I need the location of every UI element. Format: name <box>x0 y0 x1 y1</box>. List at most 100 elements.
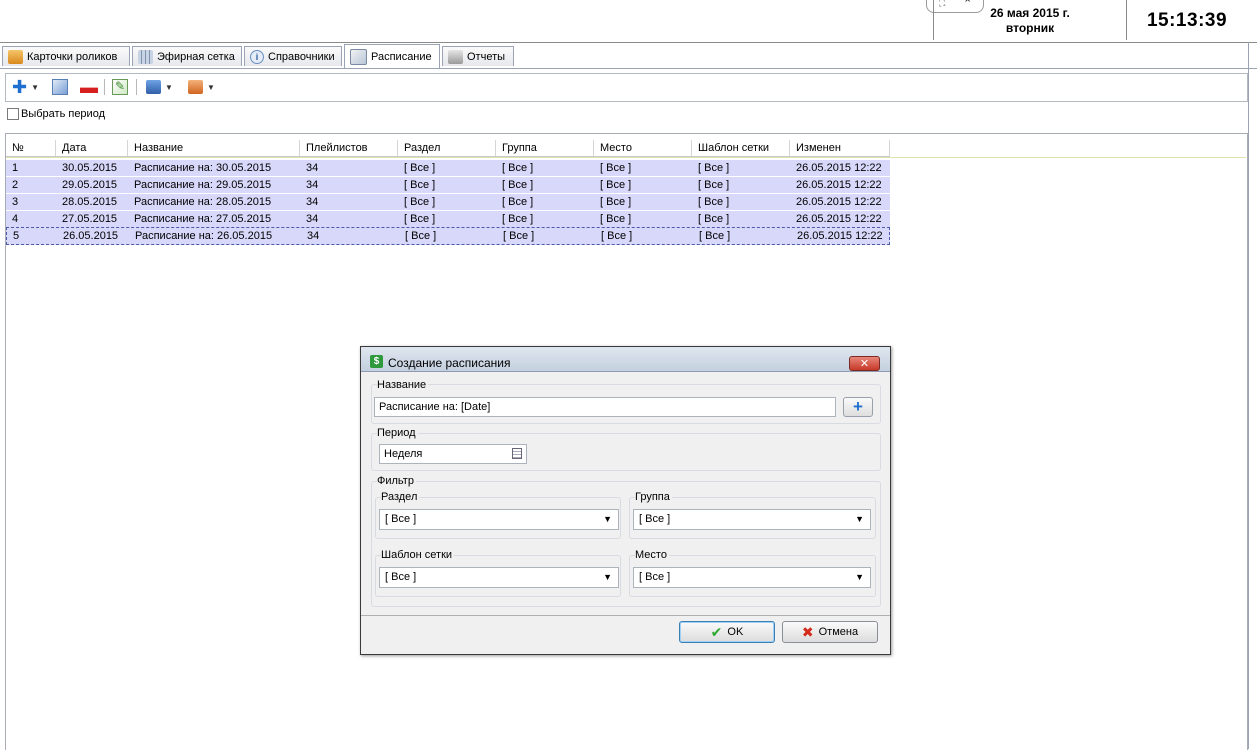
cell-section: [ Все ] <box>405 230 437 242</box>
template-dropdown[interactable]: [ Все ] ▼ <box>379 567 619 588</box>
table-row[interactable]: 4 27.05.2015 Расписание на: 27.05.2015 3… <box>6 211 890 228</box>
table-row-focused[interactable]: 5 26.05.2015 Расписание на: 26.05.2015 3… <box>6 227 890 245</box>
add-button[interactable]: ✚ ▼ <box>12 76 39 97</box>
tab-label: Отчеты <box>467 50 506 63</box>
cell-playlists: 34 <box>307 230 320 242</box>
toolbar: ✚ ▼ ▬ ✎ ▼ ▼ <box>5 73 1248 102</box>
table-row[interactable]: 2 29.05.2015 Расписание на: 29.05.2015 3… <box>6 177 890 194</box>
dropdown-arrow-icon[interactable]: ▼ <box>603 510 612 529</box>
table-row[interactable]: 3 28.05.2015 Расписание на: 28.05.2015 3… <box>6 194 890 211</box>
cell-date: 26.05.2015 <box>63 230 119 242</box>
cell-number: 4 <box>12 213 19 225</box>
table-row[interactable]: 1 30.05.2015 Расписание на: 30.05.2015 3… <box>6 160 890 177</box>
group-dropdown[interactable]: [ Все ] ▼ <box>633 509 871 530</box>
tab-reports[interactable]: Отчеты <box>442 46 514 66</box>
tab-label: Справочники <box>268 50 335 63</box>
schedule-name-input[interactable]: Расписание на: [Date] <box>374 397 836 417</box>
dialog-titlebar[interactable]: $ Создание расписания ✕ <box>361 347 890 372</box>
column-header-number[interactable]: № <box>6 140 56 156</box>
export-icon <box>188 80 203 94</box>
dropdown-arrow-icon[interactable]: ▼ <box>165 83 173 92</box>
close-icon: ✕ <box>859 358 870 370</box>
tab-clip-cards[interactable]: Карточки роликов <box>2 46 130 66</box>
cell-template: [ Все ] <box>698 213 730 225</box>
plus-icon: + <box>853 397 863 416</box>
delete-button[interactable]: ▬ <box>80 77 98 97</box>
import-icon <box>146 80 161 94</box>
checkbox[interactable] <box>7 108 19 120</box>
tab-air-grid[interactable]: Эфирная сетка <box>132 46 242 66</box>
edit-button[interactable]: ✎ <box>112 78 128 96</box>
cell-modified: 26.05.2015 12:22 <box>796 162 882 174</box>
place-label: Место <box>635 549 669 561</box>
info-icon: i <box>250 49 264 64</box>
ok-button[interactable]: ✔ OK <box>679 621 775 643</box>
dialog-footer-divider <box>361 615 890 616</box>
column-header-name[interactable]: Название <box>128 140 300 156</box>
cell-date: 29.05.2015 <box>62 179 118 191</box>
cell-template: [ Все ] <box>698 162 730 174</box>
column-header-date[interactable]: Дата <box>56 140 128 156</box>
table-header: № Дата Название Плейлистов Раздел Группа… <box>6 140 890 157</box>
calendar-icon[interactable] <box>512 448 522 459</box>
template-label: Шаблон сетки <box>381 549 455 561</box>
cell-group: [ Все ] <box>502 213 534 225</box>
main-tabs: Карточки роликов Эфирная сетка i Справоч… <box>0 44 1257 70</box>
column-header-group[interactable]: Группа <box>496 140 594 156</box>
cell-place: [ Все ] <box>600 179 632 191</box>
tab-label: Эфирная сетка <box>157 50 235 63</box>
dropdown-arrow-icon[interactable]: ▼ <box>207 83 215 92</box>
cell-modified: 26.05.2015 12:22 <box>796 179 882 191</box>
column-header-template[interactable]: Шаблон сетки <box>692 140 790 156</box>
cell-template: [ Все ] <box>698 196 730 208</box>
cell-template: [ Все ] <box>698 179 730 191</box>
cards-icon <box>8 49 23 64</box>
cell-group: [ Все ] <box>503 230 535 242</box>
cell-group: [ Все ] <box>502 179 534 191</box>
dropdown-arrow-icon[interactable]: ▼ <box>855 510 864 529</box>
cell-modified: 26.05.2015 12:22 <box>797 230 883 242</box>
cell-section: [ Все ] <box>404 162 436 174</box>
cell-section: [ Все ] <box>404 213 436 225</box>
copy-button[interactable] <box>52 78 68 96</box>
tab-divider <box>0 68 1257 69</box>
section-label: Раздел <box>381 491 420 503</box>
cell-date: 27.05.2015 <box>62 213 118 225</box>
current-date: 26 мая 2015 г. <box>990 6 1070 20</box>
dropdown-arrow-icon[interactable]: ▼ <box>31 83 39 92</box>
select-period-checkbox[interactable]: Выбрать период <box>7 108 105 120</box>
column-header-modified[interactable]: Изменен <box>790 140 890 156</box>
clock: 15:13:39 <box>1146 10 1228 31</box>
select-period-label: Выбрать период <box>21 108 105 120</box>
place-dropdown[interactable]: [ Все ] ▼ <box>633 567 871 588</box>
cell-name: Расписание на: 29.05.2015 <box>134 179 272 191</box>
create-schedule-dialog: $ Создание расписания ✕ Название Расписа… <box>360 346 891 655</box>
cell-number: 3 <box>12 196 19 208</box>
cell-playlists: 34 <box>306 179 319 191</box>
column-header-section[interactable]: Раздел <box>398 140 496 156</box>
cancel-button[interactable]: ✖ Отмена <box>782 621 878 643</box>
column-header-place[interactable]: Место <box>594 140 692 156</box>
name-group-label: Название <box>377 379 429 391</box>
cell-name: Расписание на: 30.05.2015 <box>134 162 272 174</box>
cell-date: 28.05.2015 <box>62 196 118 208</box>
cell-modified: 26.05.2015 12:22 <box>796 213 882 225</box>
dropdown-arrow-icon[interactable]: ▼ <box>603 568 612 587</box>
cell-name: Расписание на: 28.05.2015 <box>134 196 272 208</box>
period-select[interactable]: Неделя <box>379 444 527 464</box>
insert-macro-button[interactable]: + <box>843 397 873 417</box>
cell-modified: 26.05.2015 12:22 <box>796 196 882 208</box>
column-header-playlists[interactable]: Плейлистов <box>300 140 398 156</box>
section-dropdown[interactable]: [ Все ] ▼ <box>379 509 619 530</box>
plus-icon: ✚ <box>12 76 28 97</box>
tab-schedule[interactable]: Расписание <box>344 44 440 68</box>
period-group-label: Период <box>377 427 418 439</box>
export-button[interactable]: ▼ <box>188 78 215 96</box>
checkmark-icon: ✔ <box>710 623 723 640</box>
cell-group: [ Все ] <box>502 162 534 174</box>
close-button[interactable]: ✕ <box>849 356 880 371</box>
import-button[interactable]: ▼ <box>146 78 173 96</box>
edit-icon: ✎ <box>112 79 128 95</box>
dropdown-arrow-icon[interactable]: ▼ <box>855 568 864 587</box>
tab-references[interactable]: i Справочники <box>244 46 342 66</box>
